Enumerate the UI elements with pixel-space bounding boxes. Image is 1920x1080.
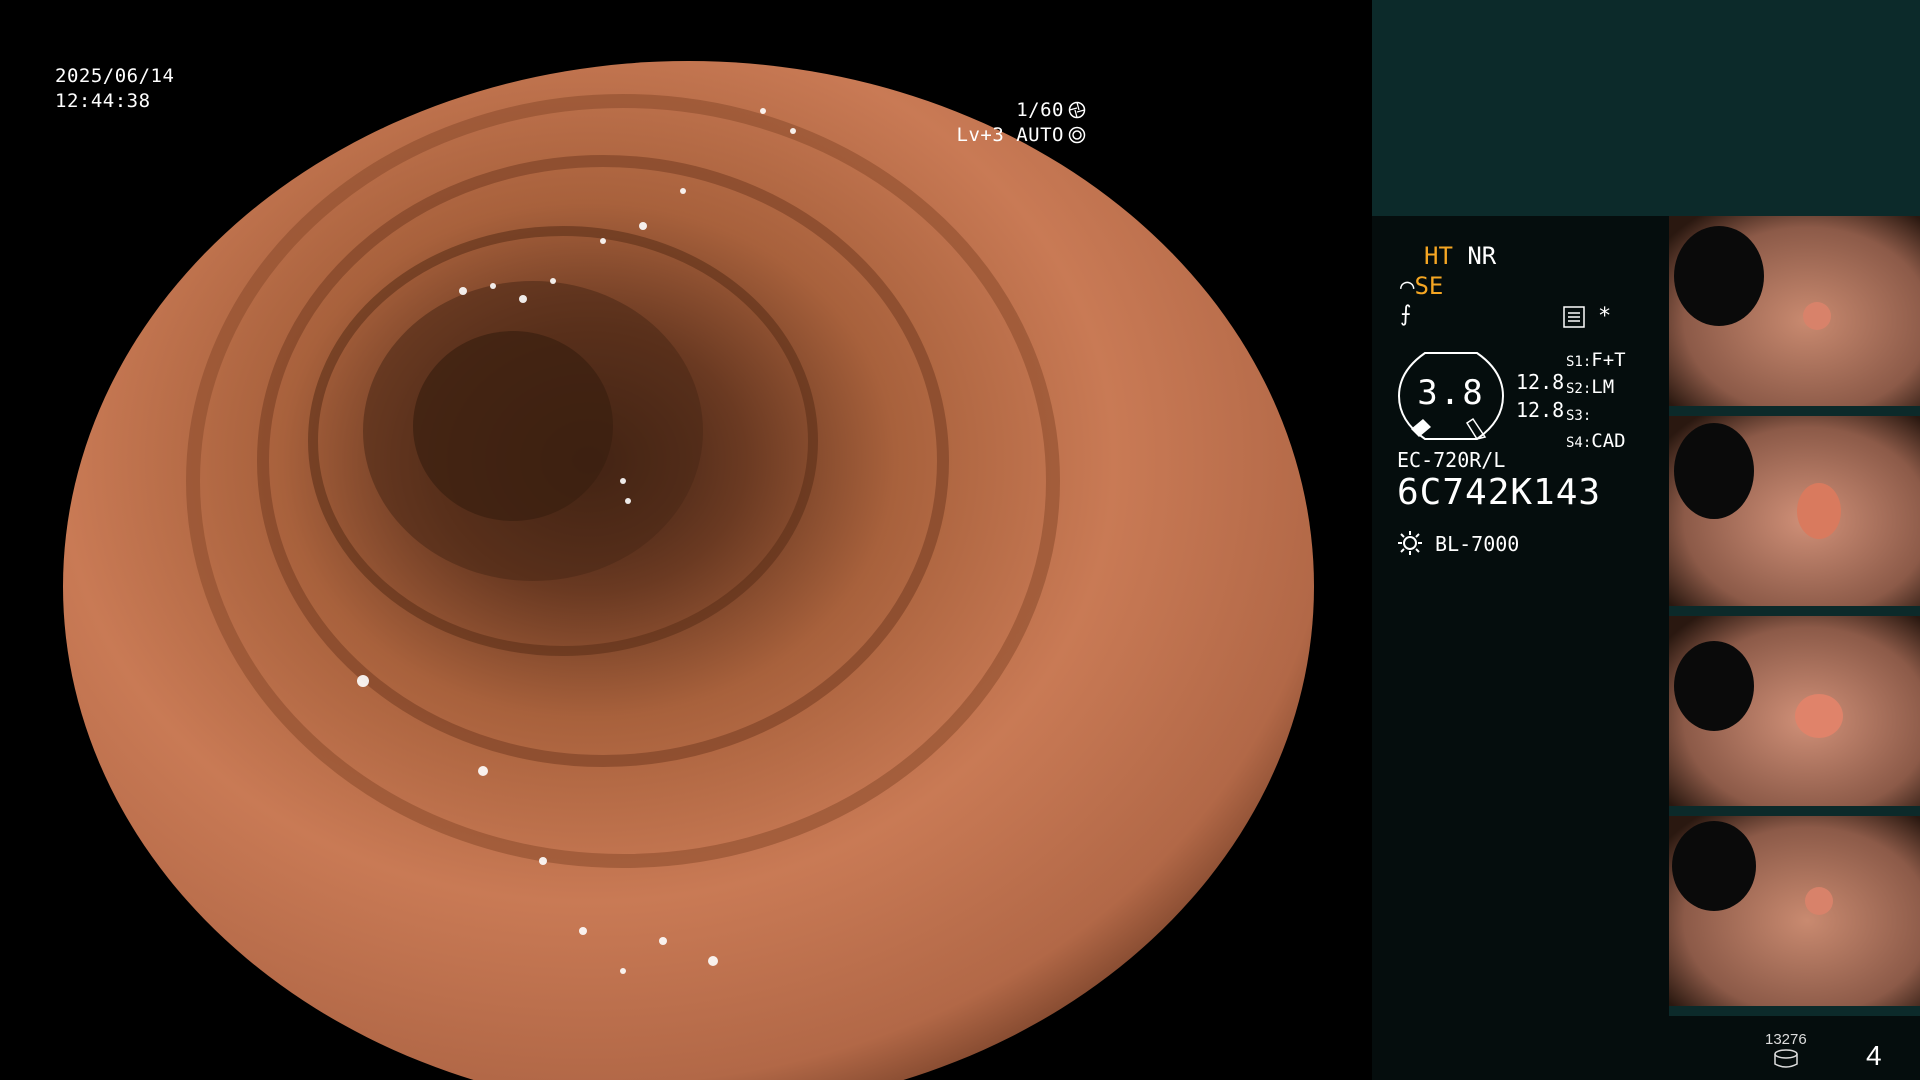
date-text: 2025/06/14 (55, 65, 175, 87)
switch-s2: S2:LM (1566, 376, 1615, 398)
color-mode-icon: ⨍ (1400, 302, 1412, 327)
aperture-icon (1068, 101, 1086, 119)
switch-s1: S1:F+T (1566, 349, 1626, 371)
thumbnail-image (1669, 216, 1920, 406)
value-a: 12.8 (1516, 370, 1565, 394)
thumbnail-bar (1669, 606, 1920, 616)
nr-label: NR (1467, 242, 1497, 270)
panel-header-block (1372, 0, 1920, 216)
value-b: 12.8 (1516, 398, 1565, 422)
ht-label: HT (1424, 242, 1453, 270)
thumbnail-bar (1669, 406, 1920, 416)
exposure-level-text: Lv+3 AUTO (956, 124, 1064, 146)
light-source-row: BL-7000 (1397, 530, 1519, 556)
database-icon (1774, 1049, 1798, 1068)
page-number-text: 4 (1866, 1040, 1882, 1071)
thumbnail-bar (1669, 1006, 1920, 1016)
se-label: SE (1414, 272, 1444, 300)
endoscope-view: 2025/06/14 12:44:38 1/60 Lv+3 AUTO (0, 0, 1372, 1080)
structure-enhancement-row: ⌒SE (1400, 272, 1443, 300)
switch-s4: S4:CAD (1566, 430, 1626, 452)
lamp-icon (1398, 531, 1422, 555)
thumbnail-bar (1669, 806, 1920, 816)
iris-icon (1068, 126, 1086, 144)
magnification-gauge: 3.8 (1397, 351, 1505, 441)
thumbnail-3[interactable] (1669, 616, 1920, 816)
image-count-text: 13276 (1765, 1031, 1807, 1048)
tilde-icon: ⌒ (1400, 272, 1415, 300)
scope-model-text: EC-720R/L (1397, 448, 1506, 472)
light-source-text: BL-7000 (1435, 532, 1520, 556)
thumbnail-image (1669, 816, 1920, 1006)
thumbnail-2[interactable] (1669, 416, 1920, 616)
switch-s3: S3: (1566, 408, 1592, 424)
thumbnail-4[interactable] (1669, 816, 1920, 1016)
magnification-value: 3.8 (1417, 373, 1485, 413)
colon-lumen-image (63, 61, 1314, 1080)
thumbnail-image (1669, 416, 1920, 606)
shutter-speed-text: 1/60 (1016, 99, 1064, 121)
thumbnail-image (1669, 616, 1920, 806)
image-enhancement-row: HT NR (1424, 242, 1496, 270)
datetime-overlay: 2025/06/14 12:44:38 (55, 64, 174, 114)
menu-icon (1563, 306, 1585, 328)
time-text: 12:44:38 (55, 90, 151, 112)
asterisk-indicator: * (1598, 304, 1612, 329)
scope-serial-text: 6C742K143 (1397, 472, 1602, 513)
switch-assignments: S1:F+T S2:LM S3: S4:CAD (1566, 348, 1626, 456)
thumbnail-1[interactable] (1669, 216, 1920, 416)
exposure-overlay: 1/60 Lv+3 AUTO (957, 98, 1086, 148)
